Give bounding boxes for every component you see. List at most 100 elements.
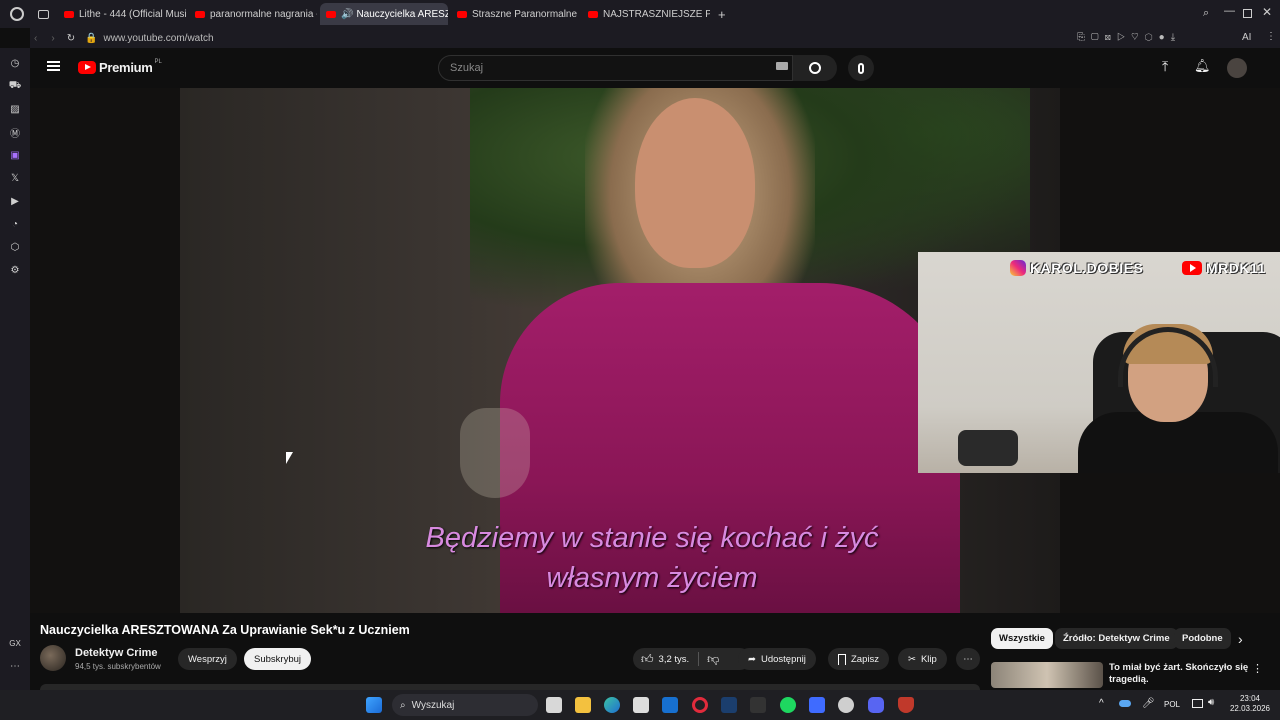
tab-straszne[interactable]: Straszne Paranormalne N [451,3,579,25]
bookmark-icon [838,653,846,665]
notifications-bell-icon[interactable]: 🔔︎ [1194,58,1211,74]
search-button[interactable] [793,55,837,81]
workspaces-icon[interactable] [38,9,49,19]
close-icon[interactable]: ✕ [1262,5,1272,19]
logo-region: PL [154,58,162,65]
tab-label: paranormalne nagrania - Y [210,8,317,20]
tab-nauczycielka[interactable]: 🔊Nauczycielka ARESZTO [320,3,448,25]
settings-icon[interactable]: ⚙ [8,263,22,277]
reload-icon[interactable]: ↻ [67,33,75,44]
voice-search-button[interactable] [848,55,874,81]
support-button[interactable]: Wesprzyj [178,648,237,670]
history-icon[interactable]: ◷ [8,56,22,70]
chatgpt-icon[interactable] [838,697,854,713]
task-view-icon[interactable] [546,697,562,713]
gx-icon[interactable]: GX [8,636,22,650]
url-field[interactable]: www.youtube.com/watch [104,33,214,44]
share-icon: ➦ [748,653,756,665]
tray-chevron-icon[interactable]: ^ [1099,698,1104,709]
related-title[interactable]: To miał być żart. Skończyło się tragedią… [1109,662,1259,686]
clock-icon[interactable]: ◔ [8,217,22,231]
save-button[interactable]: Zapisz [828,648,889,670]
chevron-right-icon[interactable]: › [1238,631,1243,647]
menu-icon[interactable]: ⋮ [1266,31,1276,42]
channel-avatar[interactable] [40,645,66,671]
spotify-icon[interactable] [780,697,796,713]
browser-tabbar: Lithe - 444 (Official Music paranormalne… [0,0,1280,28]
volume-icon[interactable]: 🔊︎ [1208,697,1214,708]
upload-icon[interactable]: ⤒ [1162,58,1168,75]
new-tab-icon[interactable]: + [718,7,726,22]
channel-name[interactable]: Detektyw Crime [75,647,158,659]
subtitle-line-2: własnym życiem [546,562,758,594]
x-icon[interactable]: 𝕏 [8,171,22,185]
store-icon[interactable] [633,697,649,713]
ai-label[interactable]: AI [1242,32,1251,43]
steam-icon[interactable] [721,697,737,713]
twitch-icon[interactable]: ▣ [8,148,22,162]
file-explorer-icon[interactable] [575,697,591,713]
dislike-button[interactable]: 👎︎ [707,652,719,667]
youtube-favicon-icon [457,10,467,18]
audio-icon[interactable]: 🔊 [341,9,353,20]
taskbar-search-label: Wyszukaj [411,699,455,711]
messenger-icon[interactable]: Ⓜ [8,125,22,140]
search-icon: ⌕ [400,699,406,711]
shield-icon[interactable] [898,697,914,713]
app-icon[interactable] [809,697,825,713]
account-avatar[interactable] [1227,58,1247,78]
youtube-premium-logo[interactable]: Premium PL [78,58,162,75]
taskbar-search[interactable]: ⌕ Wyszukaj [392,694,538,716]
related-thumbnail[interactable] [991,662,1103,688]
youtube-header: Premium PL Szukaj ⤒ 🔔︎ [30,48,1280,88]
more-icon[interactable]: ⋯ [8,659,22,673]
search-tabs-icon[interactable]: ⌕ [1203,7,1209,20]
back-icon[interactable]: ‹ [34,33,37,44]
youtube-tag: MRDK11 [1182,260,1266,276]
mouse-cursor-icon [286,452,293,464]
snapshot-icon[interactable]: ▨ [8,102,22,116]
player-icon[interactable]: ▶ [8,194,22,208]
language-indicator[interactable]: POL [1164,700,1180,709]
display-icon[interactable] [1192,699,1203,708]
keyboard-icon[interactable] [776,62,788,70]
subscribe-button[interactable]: Subskrybuj [244,648,311,670]
shopping-icon[interactable]: ⛟ [8,79,22,93]
browser-logo-icon[interactable] [10,7,24,21]
video-player[interactable]: Będziemy w stanie się kochać i żyć własn… [30,88,1280,613]
related-menu-icon[interactable]: ⋮ [1252,662,1263,675]
instagram-icon [1010,260,1026,276]
tab-label: Straszne Paranormalne N [472,8,579,20]
discord-icon[interactable] [868,697,884,713]
minimize-icon[interactable]: — [1224,5,1235,17]
tab-lithe[interactable]: Lithe - 444 (Official Music [58,3,186,25]
outlook-icon[interactable] [662,697,678,713]
maximize-icon[interactable] [1243,9,1252,18]
search-icon [809,62,821,74]
search-input[interactable]: Szukaj [438,55,793,81]
like-button[interactable]: 👍︎ 3,2 tys. [641,652,689,667]
chip-source[interactable]: Źródło: Detektyw Crime [1055,628,1178,649]
like-count: 3,2 tys. [658,653,690,665]
thumbs-up-icon: 👍︎ [641,651,654,666]
forward-icon[interactable]: › [51,33,54,44]
tab-paranormalne[interactable]: paranormalne nagrania - Y [189,3,317,25]
opera-gx-icon[interactable] [692,697,708,713]
tab-najstraszniejsze[interactable]: NAJSTRASZNIEJSZE Para [582,3,710,25]
edge-icon[interactable] [604,697,620,713]
chip-all[interactable]: Wszystkie [991,628,1053,649]
share-button[interactable]: ➦ Udostępnij [738,648,816,670]
hamburger-menu-icon[interactable] [47,61,60,71]
microphone-icon[interactable]: 🎤︎ [1142,698,1155,709]
more-actions-button[interactable]: ⋯ [956,648,980,670]
extensions-icon[interactable]: ⬡ [8,240,22,254]
clock[interactable]: 23:04 22.03.2026 [1230,694,1270,714]
clip-button[interactable]: ✂ Klip [898,648,947,670]
obs-icon[interactable] [750,697,766,713]
windows-start-icon[interactable] [366,697,382,713]
onedrive-icon[interactable] [1119,700,1131,707]
instagram-tag: KAROL.DOBIES [1010,260,1143,276]
chip-similar[interactable]: Podobne [1174,628,1231,649]
browser-sidebar: ◷ ⛟ ▨ Ⓜ ▣ 𝕏 ▶ ◔ ⬡ ⚙ GX ⋯ [0,48,30,690]
more-icon: ⋯ [963,653,973,665]
